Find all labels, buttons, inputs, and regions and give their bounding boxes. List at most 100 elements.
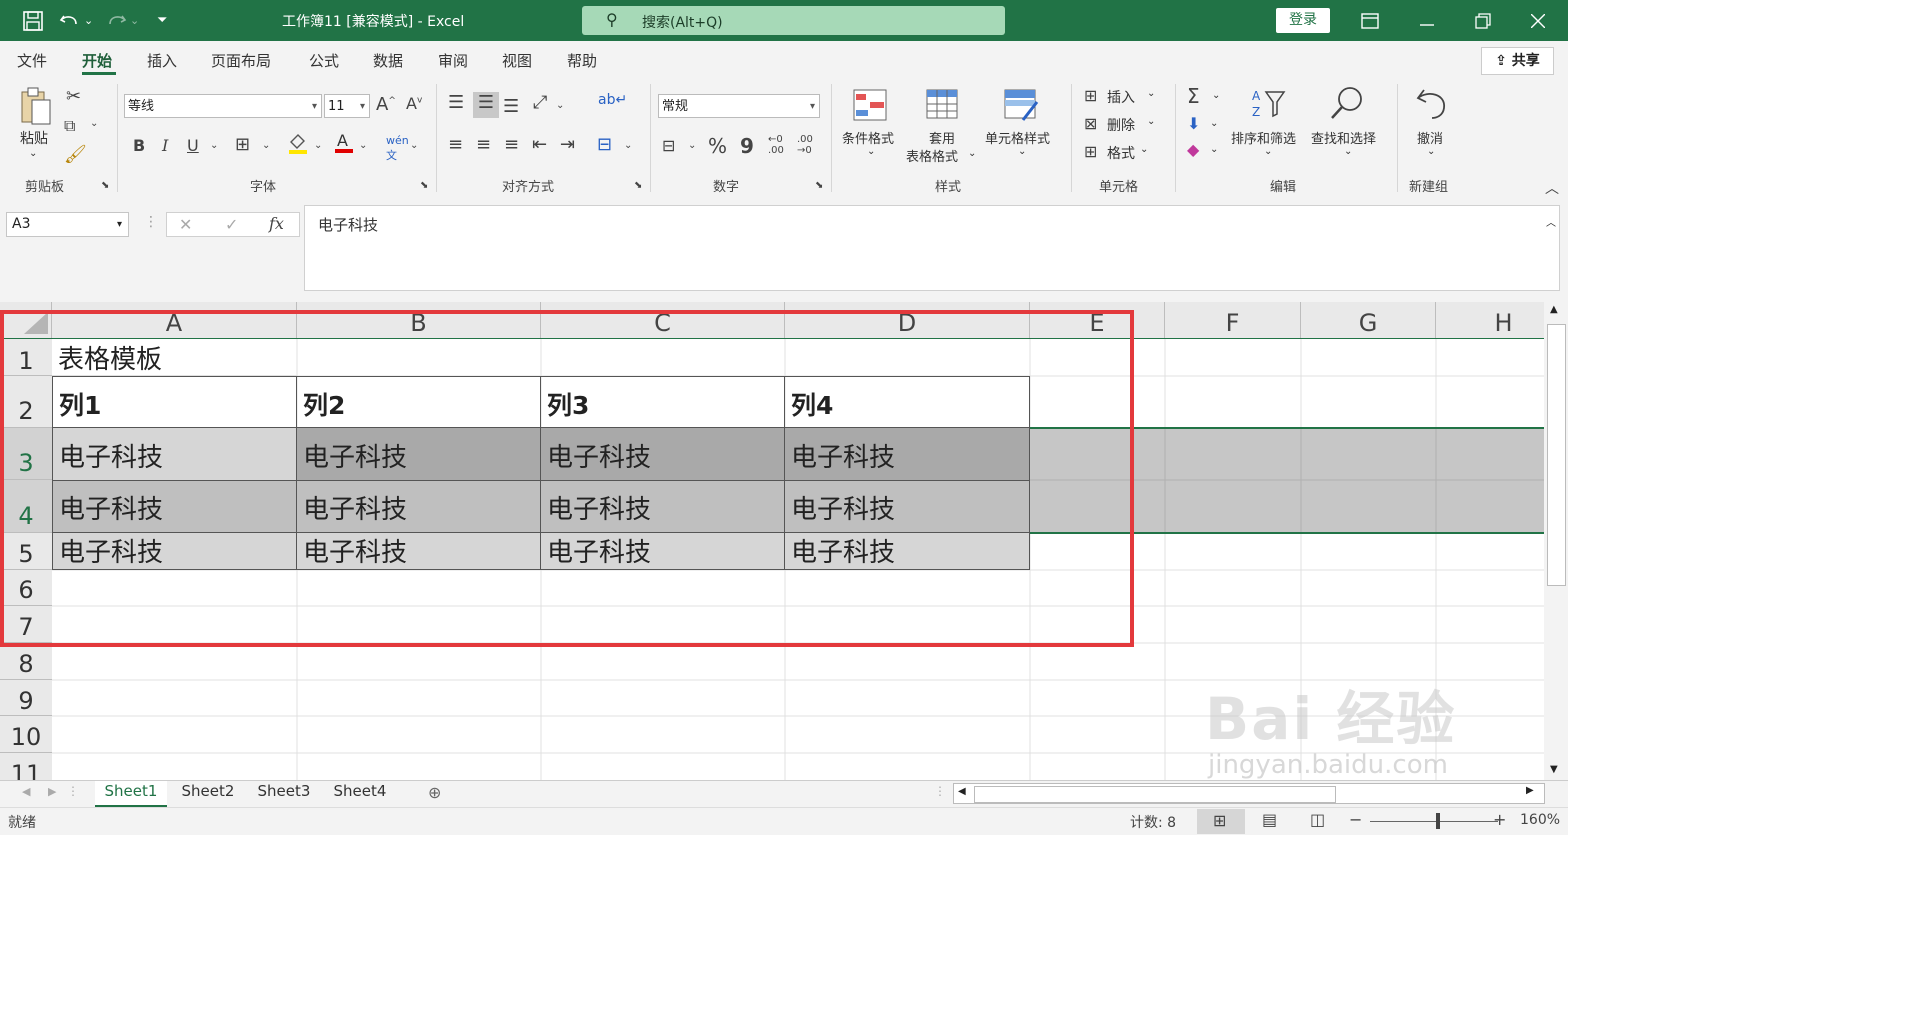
autosum-dropdown-icon[interactable]: ⌄ (1212, 90, 1220, 101)
scroll-down-icon[interactable]: ▼ (1550, 764, 1558, 775)
horizontal-scrollbar[interactable]: ◀ (953, 783, 1545, 804)
vertical-scrollbar[interactable]: ▲ ▼ (1544, 302, 1568, 780)
undo-label[interactable]: 撤消 (1417, 128, 1443, 147)
column-header-f[interactable]: F (1165, 302, 1301, 338)
tab-home[interactable]: 开始 (82, 50, 112, 71)
find-select-label[interactable]: 查找和选择 (1311, 128, 1376, 147)
undo-icon[interactable] (58, 0, 80, 47)
conditional-formatting-dropdown-icon[interactable]: ⌄ (867, 146, 875, 157)
borders-dropdown-icon[interactable]: ⌄ (262, 140, 270, 151)
fill-color-icon[interactable] (287, 132, 309, 158)
page-layout-view-icon[interactable]: ▤ (1262, 810, 1277, 829)
delete-cells-icon[interactable]: ⊠ (1084, 114, 1097, 133)
tab-formulas[interactable]: 公式 (309, 50, 339, 71)
underline-button[interactable]: U (187, 136, 199, 155)
scroll-right-icon[interactable]: ▶ (1526, 785, 1534, 796)
scroll-up-icon[interactable]: ▲ (1550, 304, 1558, 315)
format-cells-label[interactable]: 格式 (1107, 143, 1135, 163)
redo-dropdown-icon[interactable]: ⌄ (130, 0, 139, 41)
tab-view[interactable]: 视图 (502, 50, 532, 71)
find-select-icon[interactable] (1328, 84, 1368, 128)
comma-style-button[interactable]: 9 (740, 134, 754, 158)
login-button[interactable]: 登录 (1276, 8, 1330, 33)
restore-icon[interactable] (1475, 0, 1491, 44)
underline-dropdown-icon[interactable]: ⌄ (210, 140, 218, 151)
decrease-decimal-icon[interactable]: .00 →0 (797, 134, 813, 156)
scroll-thumb[interactable] (1547, 324, 1566, 586)
tab-split-icon[interactable]: ⋮ (934, 784, 946, 798)
font-color-dropdown-icon[interactable]: ⌄ (359, 140, 367, 151)
fill-dropdown-icon[interactable]: ⌄ (1210, 118, 1218, 129)
hscroll-thumb[interactable] (974, 786, 1336, 803)
italic-button[interactable]: I (162, 136, 168, 155)
share-button[interactable]: ⇪ 共享 (1481, 47, 1554, 75)
align-center-icon[interactable]: ≡ (476, 134, 491, 155)
insert-cells-label[interactable]: 插入 (1107, 87, 1135, 107)
font-color-icon[interactable]: A (334, 130, 354, 158)
format-dropdown-icon[interactable]: ⌄ (1140, 144, 1148, 155)
tab-review[interactable]: 审阅 (438, 50, 468, 71)
sheet-tab-sheet1[interactable]: Sheet1 (95, 781, 167, 808)
cell-styles-label[interactable]: 单元格样式 (985, 128, 1050, 147)
tab-help[interactable]: 帮助 (567, 50, 597, 71)
undo-large-icon[interactable] (1414, 86, 1450, 126)
fill-color-dropdown-icon[interactable]: ⌄ (314, 140, 322, 151)
column-header-h[interactable]: H (1436, 302, 1544, 338)
zoom-slider-thumb[interactable] (1436, 813, 1440, 829)
prev-sheet-icon[interactable]: ◀ (22, 785, 30, 798)
accounting-format-icon[interactable]: ⊟ (662, 136, 675, 155)
align-middle-icon[interactable]: ☰ (473, 92, 499, 118)
align-left-icon[interactable]: ≡ (448, 134, 463, 155)
format-as-table-label-a[interactable]: 套用 (929, 128, 955, 147)
fill-icon[interactable]: ⬇ (1187, 114, 1200, 133)
customize-toolbar-icon[interactable]: ⏷ (157, 0, 167, 41)
align-right-icon[interactable]: ≡ (504, 134, 519, 155)
cell-styles-dropdown-icon[interactable]: ⌄ (1018, 146, 1026, 157)
format-cells-icon[interactable]: ⊞ (1084, 142, 1097, 161)
clipboard-launcher-icon[interactable]: ⬊ (101, 180, 109, 191)
alignment-launcher-icon[interactable]: ⬊ (634, 180, 642, 191)
decrease-font-icon[interactable]: Av (406, 94, 422, 113)
normal-view-button[interactable]: ⊞ (1197, 809, 1245, 834)
delete-dropdown-icon[interactable]: ⌄ (1147, 116, 1155, 127)
zoom-out-icon[interactable]: − (1349, 810, 1362, 829)
format-as-table-icon[interactable] (925, 88, 961, 126)
font-launcher-icon[interactable]: ⬊ (420, 180, 428, 191)
number-launcher-icon[interactable]: ⬊ (815, 180, 823, 191)
merge-center-icon[interactable]: ⊟ (597, 134, 612, 155)
close-icon[interactable] (1530, 0, 1546, 43)
enter-icon[interactable]: ✓ (225, 215, 238, 234)
cell-styles-icon[interactable] (1003, 88, 1039, 126)
increase-indent-icon[interactable]: ⇥ (560, 134, 575, 155)
next-sheet-icon[interactable]: ▶ (48, 785, 56, 798)
tab-page-layout[interactable]: 页面布局 (211, 50, 271, 71)
insert-dropdown-icon[interactable]: ⌄ (1147, 88, 1155, 99)
align-top-icon[interactable]: ☰ (448, 92, 464, 113)
cancel-icon[interactable]: ✕ (179, 215, 192, 234)
sheet-tab-sheet3[interactable]: Sheet3 (248, 781, 320, 805)
expand-formula-icon[interactable]: ︿ (1546, 214, 1556, 229)
orientation-dropdown-icon[interactable]: ⌄ (556, 100, 564, 111)
name-box[interactable]: A3 ▾ (6, 212, 129, 237)
format-as-table-label-b[interactable]: 表格格式 (906, 146, 958, 165)
phonetic-dropdown-icon[interactable]: ⌄ (410, 140, 418, 151)
cut-icon[interactable]: ✂ (66, 86, 81, 107)
copy-dropdown-icon[interactable]: ⌄ (90, 118, 98, 129)
zoom-in-icon[interactable]: + (1493, 810, 1506, 829)
percent-style-button[interactable]: % (708, 134, 727, 158)
increase-decimal-icon[interactable]: ←0.00 (768, 134, 784, 156)
zoom-level[interactable]: 160% (1520, 812, 1560, 828)
number-format-select[interactable]: 常规 ▾ (658, 94, 820, 118)
ribbon-display-options-icon[interactable] (1361, 0, 1379, 44)
conditional-formatting-icon[interactable] (852, 88, 888, 126)
delete-cells-label[interactable]: 删除 (1107, 115, 1135, 135)
wrap-text-icon[interactable]: ab↵ (598, 92, 627, 108)
borders-icon[interactable]: ⊞ (235, 134, 250, 155)
undo-dropdown-icon[interactable]: ⌄ (84, 0, 93, 41)
paste-dropdown-icon[interactable]: ⌄ (29, 148, 37, 159)
phonetic-guide-icon[interactable]: wén 文 (386, 134, 409, 163)
bold-button[interactable]: B (133, 136, 145, 155)
formula-input[interactable]: 电子科技 (304, 205, 1560, 291)
orientation-icon[interactable]: ⤢ (533, 92, 547, 113)
sort-filter-label[interactable]: 排序和筛选 (1231, 128, 1296, 147)
